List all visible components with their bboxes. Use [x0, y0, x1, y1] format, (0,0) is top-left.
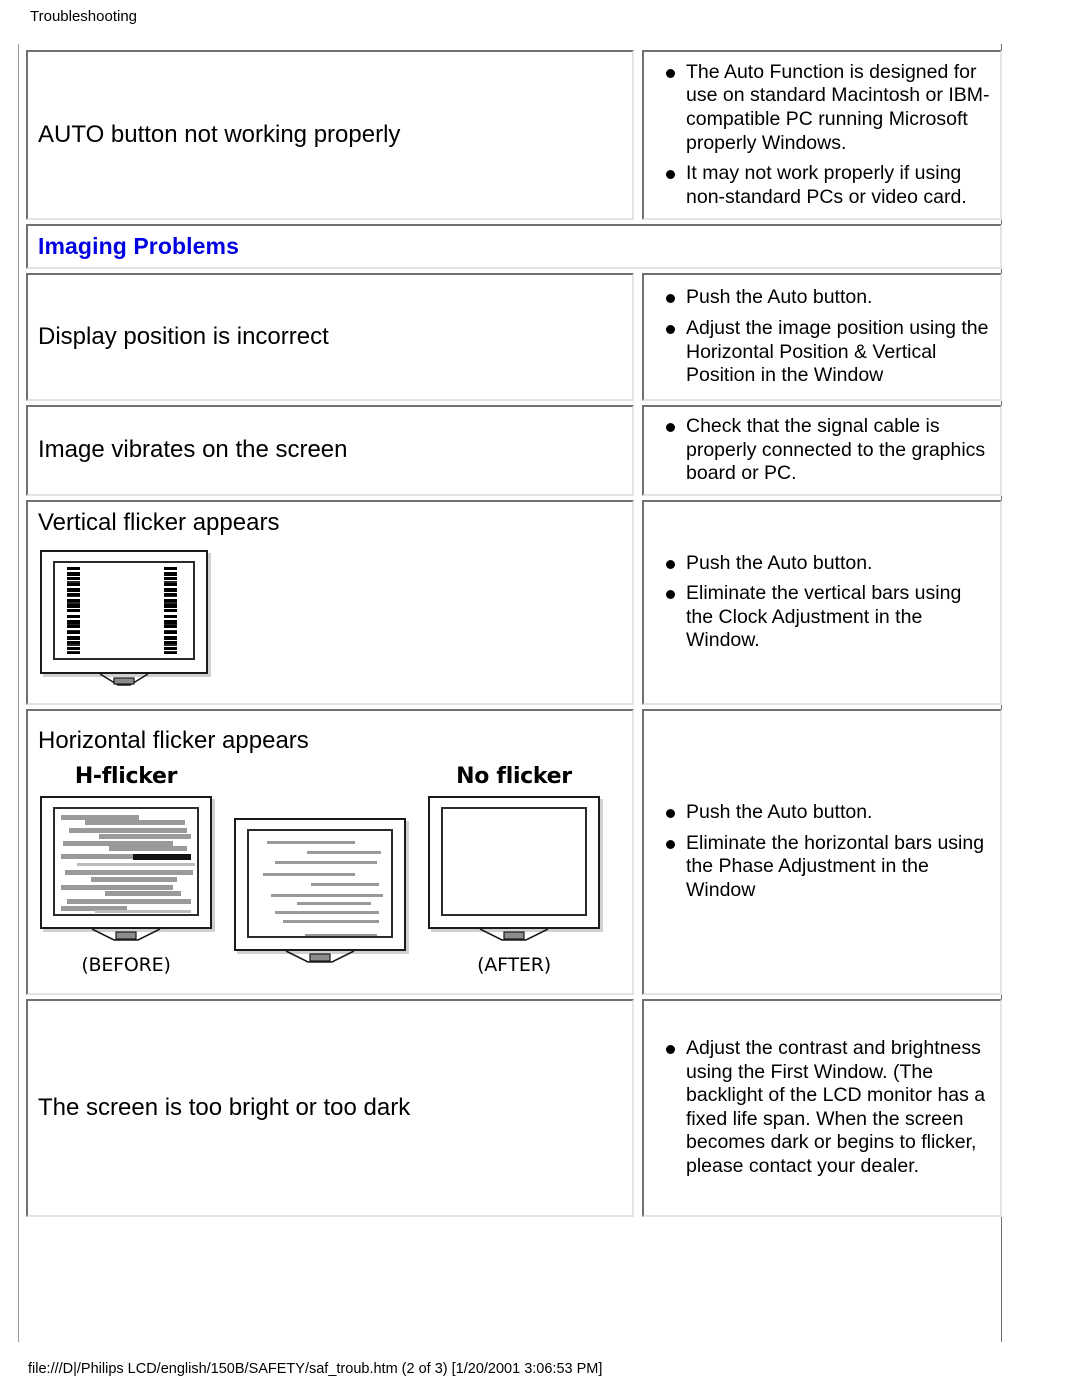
vertical-noise-bar	[164, 566, 177, 654]
monitor-screen	[53, 560, 195, 660]
problem-cell-auto-button: AUTO button not working properly	[26, 50, 634, 220]
list-item: Push the Auto button.	[666, 286, 990, 310]
column-gap	[634, 50, 642, 220]
column-gap	[634, 999, 642, 1217]
monitor-icon	[234, 817, 406, 965]
vertical-noise-bar	[67, 566, 80, 654]
solution-cell-auto-button: The Auto Function is designed for use on…	[642, 50, 1002, 220]
list-item: Eliminate the horizontal bars using the …	[666, 832, 990, 903]
monitor-screen	[247, 828, 393, 938]
table-row: Horizontal flicker appears H-flicker (BE…	[26, 708, 1002, 995]
list-item: Push the Auto button.	[666, 552, 990, 576]
solution-list: Push the Auto button. Eliminate the vert…	[644, 544, 1000, 661]
monitor-stand	[40, 673, 208, 688]
solution-list: Push the Auto button. Adjust the image p…	[644, 278, 1000, 395]
troubleshooting-table-wrapper: AUTO button not working properly The Aut…	[26, 46, 1002, 1221]
problem-label: Display position is incorrect	[38, 323, 329, 350]
status-bar-url: file:///D|/Philips LCD/english/150B/SAFE…	[28, 1361, 603, 1377]
troubleshooting-table: AUTO button not working properly The Aut…	[26, 46, 1002, 1221]
monitor-bezel	[234, 817, 406, 951]
monitor-stand	[40, 928, 212, 943]
monitor-bezel	[40, 549, 208, 674]
monitor-icon	[428, 795, 600, 943]
problem-label: Vertical flicker appears	[38, 508, 280, 536]
list-item: Adjust the image position using the Hori…	[666, 316, 989, 387]
column-gap	[634, 273, 642, 401]
problem-cell-horizontal-flicker: Horizontal flicker appears H-flicker (BE…	[26, 708, 634, 995]
monitor-after: No flicker (AFTER)	[428, 764, 600, 976]
problem-label: Image vibrates on the screen	[38, 436, 348, 464]
solution-cell-display-position: Push the Auto button. Adjust the image p…	[642, 273, 1002, 401]
solution-list: Check that the signal cable is properly …	[644, 407, 1000, 494]
caption-before: (BEFORE)	[81, 953, 171, 976]
monitor-bezel	[40, 795, 212, 929]
vertical-flicker-illustration	[28, 542, 632, 703]
list-item: Push the Auto button.	[666, 801, 990, 825]
monitor-icon	[40, 795, 212, 943]
section-title: Imaging Problems	[38, 233, 239, 259]
horizontal-flicker-illustration: H-flicker (BEFORE) No flicker (AFTER)	[28, 760, 632, 984]
caption-h-flicker: H-flicker	[74, 763, 178, 789]
problem-cell-display-position: Display position is incorrect	[26, 273, 634, 401]
monitor-before: H-flicker (BEFORE)	[40, 764, 212, 976]
problem-label: AUTO button not working properly	[38, 121, 401, 148]
problem-label: Horizontal flicker appears	[38, 726, 309, 754]
monitor-screen	[53, 806, 199, 916]
solution-list: The Auto Function is designed for use on…	[644, 53, 1000, 218]
list-item: The Auto Function is designed for use on…	[666, 60, 990, 154]
table-row: Display position is incorrect Push the A…	[26, 273, 1002, 401]
page-title: Troubleshooting	[30, 8, 138, 25]
list-item: Eliminate the vertical bars using the Cl…	[666, 582, 990, 653]
column-gap	[634, 500, 642, 705]
table-row: The screen is too bright or too dark Adj…	[26, 998, 1002, 1217]
table-row: Image vibrates on the screen Check that …	[26, 405, 1002, 496]
monitor-bezel	[428, 795, 600, 929]
caption-after: (AFTER)	[477, 953, 551, 976]
caption-no-flicker: No flicker	[456, 763, 572, 789]
list-item: It may not work properly if using non-st…	[666, 162, 990, 209]
monitor-stand-icon	[285, 950, 355, 963]
monitor-stand-icon	[91, 928, 161, 941]
column-gap	[634, 709, 642, 995]
monitor-icon	[40, 549, 208, 688]
section-header-imaging-problems: Imaging Problems	[26, 224, 1002, 269]
problem-cell-image-vibrates: Image vibrates on the screen	[26, 405, 634, 496]
monitor-stand-icon	[479, 928, 549, 941]
table-row: Imaging Problems	[26, 224, 1002, 269]
flicker-lines-reduced	[249, 831, 391, 936]
problem-cell-vertical-flicker: Vertical flicker appears	[26, 499, 634, 705]
monitor-screen	[441, 806, 587, 916]
monitor-stand-icon	[99, 673, 149, 686]
list-item: Check that the signal cable is properly …	[666, 415, 990, 486]
solution-cell-vertical-flicker: Push the Auto button. Eliminate the vert…	[642, 499, 1002, 705]
solution-list: Adjust the contrast and brightness using…	[644, 1029, 1000, 1187]
column-gap	[634, 405, 642, 496]
monitor-stand	[234, 950, 406, 965]
solution-list: Push the Auto button. Eliminate the hori…	[644, 793, 1000, 910]
solution-cell-image-vibrates: Check that the signal cable is properly …	[642, 405, 1002, 496]
problem-cell-brightness: The screen is too bright or too dark	[26, 998, 634, 1217]
monitor-middle	[234, 811, 406, 976]
monitor-stand	[428, 928, 600, 943]
solution-cell-horizontal-flicker: Push the Auto button. Eliminate the hori…	[642, 708, 1002, 995]
table-row: Vertical flicker appears Push the Auto b…	[26, 499, 1002, 705]
problem-label: The screen is too bright or too dark	[38, 1093, 411, 1121]
solution-cell-brightness: Adjust the contrast and brightness using…	[642, 998, 1002, 1217]
flicker-lines	[55, 809, 197, 914]
table-row: AUTO button not working properly The Aut…	[26, 50, 1002, 220]
list-item: Adjust the contrast and brightness using…	[666, 1037, 990, 1179]
